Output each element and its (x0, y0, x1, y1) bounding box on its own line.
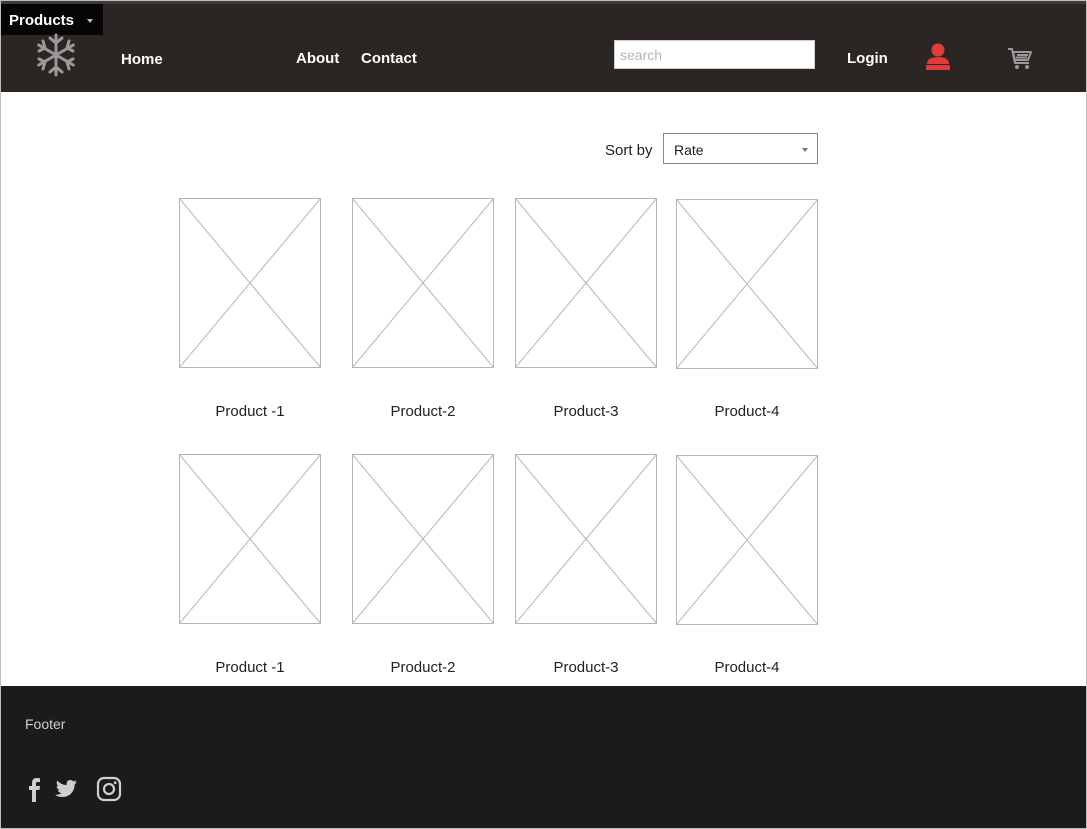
window-frame (0, 0, 1087, 829)
